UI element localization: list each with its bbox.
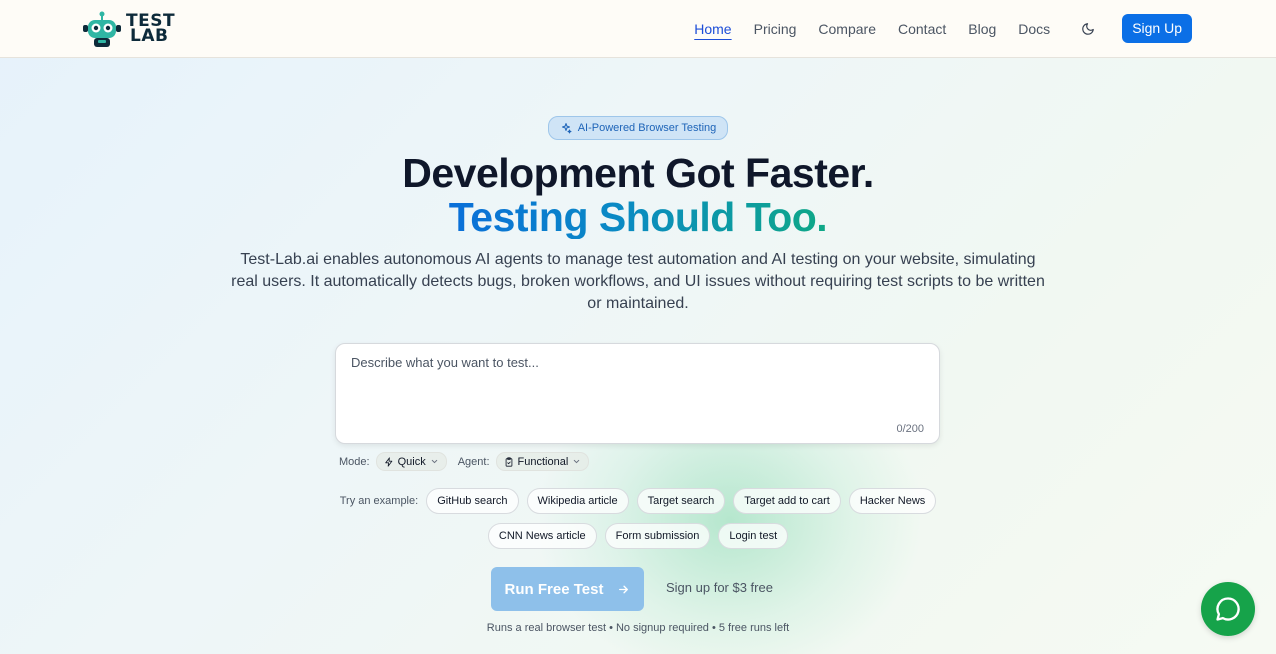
example-chip-form-submission[interactable]: Form submission xyxy=(604,523,711,549)
sign-up-button[interactable]: Sign Up xyxy=(1122,14,1192,43)
test-description-input[interactable] xyxy=(336,344,939,443)
chat-widget-button[interactable] xyxy=(1201,582,1255,636)
nav-contact[interactable]: Contact xyxy=(898,15,946,43)
signup-free-link[interactable]: Sign up for $3 free xyxy=(666,580,773,595)
agent-label: Agent: xyxy=(457,455,490,468)
example-chip-github-search[interactable]: GitHub search xyxy=(426,488,519,514)
robot-logo-icon xyxy=(83,11,121,47)
nav-compare[interactable]: Compare xyxy=(818,15,876,43)
zap-icon xyxy=(384,456,392,467)
moon-icon xyxy=(1082,22,1095,35)
arrow-right-icon xyxy=(619,585,629,593)
ai-badge: AI-Powered Browser Testing xyxy=(547,116,729,140)
example-chip-target-add-to-cart[interactable]: Target add to cart xyxy=(733,488,841,514)
agent-select[interactable]: Functional xyxy=(495,452,590,471)
mode-label: Mode: xyxy=(339,455,370,468)
run-footnote: Runs a real browser test • No signup req… xyxy=(486,622,790,634)
badge-text: AI-Powered Browser Testing xyxy=(577,122,717,134)
chat-bubble-icon xyxy=(1216,597,1240,621)
nav-links: Home Pricing Compare Contact Blog Docs S… xyxy=(694,14,1192,43)
theme-toggle-button[interactable] xyxy=(1078,15,1098,43)
hero-section: AI-Powered Browser Testing Development G… xyxy=(0,116,1276,315)
example-chip-wikipedia-article[interactable]: Wikipedia article xyxy=(526,488,629,514)
run-free-test-button[interactable]: Run Free Test xyxy=(491,567,644,611)
examples-row-2: CNN News article Form submission Login t… xyxy=(0,523,1276,549)
example-chip-target-search[interactable]: Target search xyxy=(636,488,726,514)
nav-blog[interactable]: Blog xyxy=(968,15,996,43)
examples-row-1: Try an example: GitHub search Wikipedia … xyxy=(0,488,1276,514)
example-chip-cnn-news-article[interactable]: CNN News article xyxy=(487,523,597,549)
hero-title-line2: Testing Should Too. xyxy=(448,194,828,240)
logo-line2: LAB xyxy=(130,26,169,46)
example-chip-hacker-news[interactable]: Hacker News xyxy=(848,488,937,514)
chevron-down-icon xyxy=(431,459,437,464)
top-navbar: TEST LAB Home Pricing Compare Contact Bl… xyxy=(0,0,1276,58)
test-options: Mode: Quick Agent: Functional xyxy=(339,452,590,471)
mode-select[interactable]: Quick xyxy=(375,452,447,471)
examples-label: Try an example: xyxy=(339,495,419,507)
nav-home[interactable]: Home xyxy=(694,15,731,43)
nav-docs[interactable]: Docs xyxy=(1018,15,1050,43)
chevron-down-icon xyxy=(574,459,580,464)
test-description-box: 0/200 xyxy=(335,343,940,444)
clipboard-check-icon xyxy=(505,456,512,467)
logo[interactable]: TEST LAB xyxy=(82,10,175,48)
mode-value: Quick xyxy=(397,455,426,468)
character-counter: 0/200 xyxy=(896,423,924,435)
logo-text: TEST LAB xyxy=(126,13,175,46)
example-chip-login-test[interactable]: Login test xyxy=(718,523,789,549)
hero-title-line1: Development Got Faster. xyxy=(402,150,874,196)
sparkles-icon xyxy=(561,123,572,134)
hero-description: Test-Lab.ai enables autonomous AI agents… xyxy=(231,251,1045,312)
run-button-label: Run Free Test xyxy=(504,580,604,598)
nav-pricing[interactable]: Pricing xyxy=(754,15,797,43)
agent-value: Functional xyxy=(517,455,569,468)
